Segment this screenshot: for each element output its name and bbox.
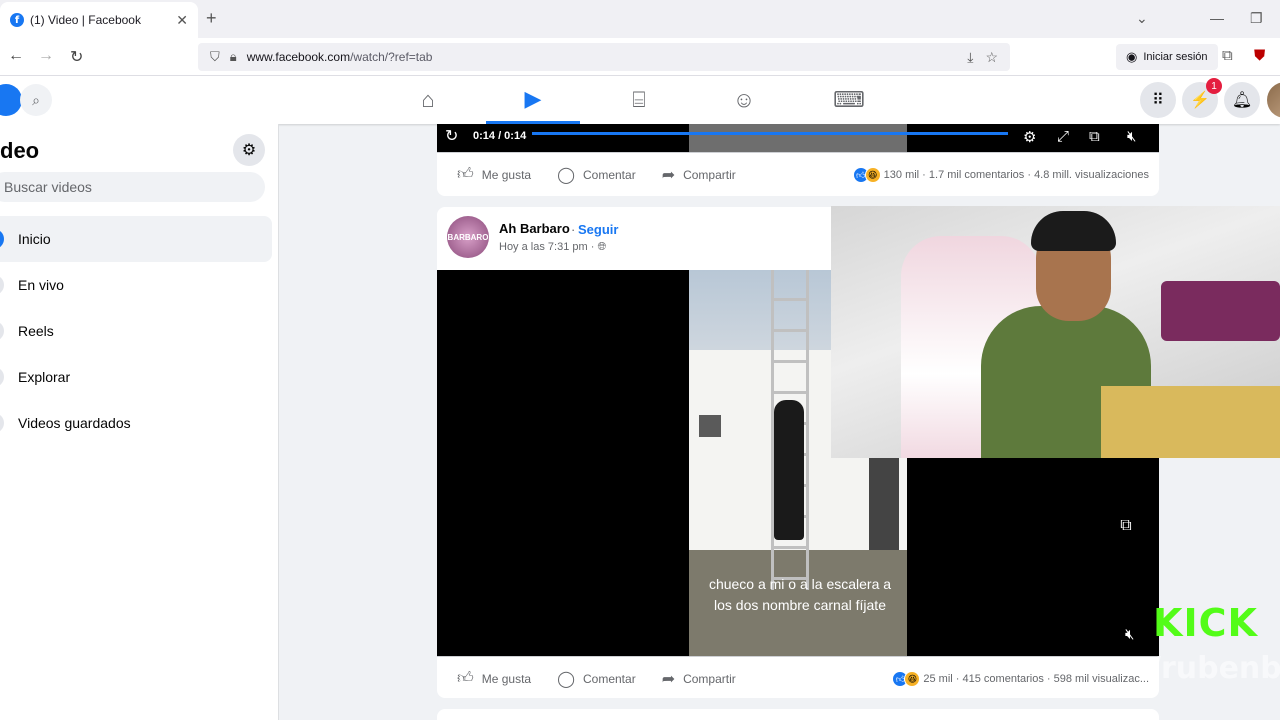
facebook-logo-icon[interactable] bbox=[0, 84, 22, 116]
thumbs-up-icon: 👍︎ bbox=[457, 166, 474, 183]
gaming-icon[interactable]: ⌨ bbox=[802, 76, 896, 124]
back-icon[interactable]: ← bbox=[8, 47, 24, 65]
separator: · bbox=[571, 222, 576, 237]
video-sidebar: deo ⚙ Buscar videos Inicio En vivo Reels… bbox=[0, 124, 279, 720]
browser-navbar: ← → ↻ ⛉ 🔒︎ www.facebook.com/watch/?ref=t… bbox=[0, 38, 1280, 76]
video-search-input[interactable]: Buscar videos bbox=[0, 172, 265, 202]
post-stats: 👍︎ 😆︎ 130 mil · 1.7 mil comentarios · 4.8… bbox=[852, 167, 1149, 183]
facebook-header: ⌕ ⌂ ▶ ⌸ ☺ ⌨ ⠿ ⚡ 1 🔔︎ bbox=[0, 76, 1280, 124]
fullscreen-icon[interactable]: ⤢ bbox=[1057, 128, 1069, 145]
like-button[interactable]: 👍︎ Me gusta bbox=[457, 165, 531, 184]
reactions-icons[interactable]: 👍︎ 😆︎ bbox=[852, 167, 881, 183]
comment-count[interactable]: 415 comentarios bbox=[963, 673, 1044, 685]
notifications-bell-icon[interactable]: 🔔︎ bbox=[1224, 82, 1260, 118]
kick-username: /rubenb bbox=[1150, 651, 1280, 686]
groups-icon[interactable]: ☺ bbox=[697, 76, 791, 124]
video-progress-bar[interactable] bbox=[532, 132, 1008, 135]
bookmark-star-icon[interactable]: ☆ bbox=[985, 49, 998, 66]
sidebar-item-inicio[interactable]: Inicio bbox=[0, 216, 272, 262]
post-actions: 👍︎ Me gusta ◯ Comentar ➦ Compartir 👍︎ 😆︎ 25 … bbox=[437, 656, 1159, 700]
search-icon[interactable]: ⌕ bbox=[20, 84, 52, 116]
comment-icon: ◯ bbox=[557, 670, 575, 688]
kick-logo: KICK bbox=[1153, 601, 1258, 645]
browser-tab[interactable]: f (1) Video | Facebook ✕ bbox=[0, 2, 198, 38]
reaction-count[interactable]: 25 mil bbox=[923, 673, 952, 685]
video-post-1: ↻ 0:14 / 0:14 ⚙ ⤢ ⧉ 🔇︎ 👍︎ Me gusta ◯ Comen… bbox=[437, 124, 1159, 196]
bookmark-icon bbox=[0, 413, 4, 433]
view-count: 4.8 mill. visualizaciones bbox=[1034, 169, 1149, 181]
live-icon bbox=[0, 275, 4, 295]
forward-icon[interactable]: → bbox=[38, 47, 54, 65]
new-tab-button[interactable]: + bbox=[206, 8, 217, 29]
settings-gear-icon[interactable]: ⚙ bbox=[233, 134, 265, 166]
url-text[interactable]: www.facebook.com/watch/?ref=tab bbox=[247, 50, 968, 64]
video-player-1[interactable]: ↻ 0:14 / 0:14 ⚙ ⤢ ⧉ 🔇︎ bbox=[437, 124, 1159, 152]
home-icon[interactable]: ⌂ bbox=[381, 76, 475, 124]
like-button[interactable]: 👍︎ Me gusta bbox=[457, 669, 531, 688]
sidebar-item-explorar[interactable]: Explorar bbox=[0, 354, 272, 400]
author-avatar[interactable]: BARBARO bbox=[447, 216, 489, 258]
comment-count[interactable]: 1.7 mil comentarios bbox=[929, 169, 1024, 181]
lock-icon[interactable]: 🔒︎ bbox=[230, 49, 237, 65]
mute-icon[interactable]: 🔇︎ bbox=[1125, 626, 1134, 643]
post-time[interactable]: Hoy a las 7:31 pm · 🌐︎ bbox=[499, 241, 606, 254]
post-stats: 👍︎ 😆︎ 25 mil · 415 comentarios · 598 mil … bbox=[892, 671, 1149, 687]
url-bar[interactable]: ⛉ 🔒︎ www.facebook.com/watch/?ref=tab ⤓ ☆ bbox=[198, 43, 1010, 71]
explore-icon bbox=[0, 367, 4, 387]
settings-gear-icon[interactable]: ⚙ bbox=[1023, 128, 1036, 146]
video-icon[interactable]: ▶ bbox=[486, 76, 580, 124]
post-actions: 👍︎ Me gusta ◯ Comentar ➦ Compartir 👍︎ 😆︎ 130… bbox=[437, 152, 1159, 196]
restore-icon[interactable]: ❐ bbox=[1250, 10, 1263, 27]
haha-reaction-icon: 😆︎ bbox=[904, 671, 921, 687]
sidebar-title: deo bbox=[0, 138, 40, 163]
video-post-3 bbox=[437, 709, 1159, 720]
reload-icon[interactable]: ↻ bbox=[70, 47, 83, 67]
messenger-badge: 1 bbox=[1206, 78, 1222, 94]
pip-icon[interactable]: ⧉ bbox=[1089, 128, 1100, 145]
tab-list-icon[interactable]: ⌄ bbox=[1136, 10, 1148, 27]
pip-icon[interactable]: ⧉ bbox=[1113, 513, 1139, 539]
facebook-favicon-icon: f bbox=[10, 13, 24, 27]
ublock-icon[interactable]: ⛊ bbox=[1254, 47, 1265, 64]
minimize-icon[interactable]: — bbox=[1210, 10, 1224, 26]
share-icon: ➦ bbox=[661, 166, 676, 184]
video-time: 0:14 / 0:14 bbox=[473, 130, 527, 142]
share-button[interactable]: ➦ Compartir bbox=[662, 669, 736, 689]
thumbs-up-icon: 👍︎ bbox=[457, 670, 474, 687]
video-thumbnail bbox=[689, 124, 907, 152]
reels-icon bbox=[0, 321, 4, 341]
replay-icon[interactable]: ↻ bbox=[445, 126, 458, 146]
signin-button[interactable]: ◉ Iniciar sesión bbox=[1116, 44, 1218, 70]
share-icon: ➦ bbox=[661, 670, 676, 688]
reactions-icons[interactable]: 👍︎ 😆︎ bbox=[892, 671, 921, 687]
home-icon bbox=[0, 229, 4, 249]
reaction-count[interactable]: 130 mil bbox=[884, 169, 919, 181]
tab-title: (1) Video | Facebook bbox=[30, 13, 141, 27]
messenger-icon[interactable]: ⚡ 1 bbox=[1182, 78, 1222, 118]
close-tab-icon[interactable]: ✕ bbox=[176, 12, 188, 29]
extensions-icon[interactable]: ⧉ bbox=[1222, 47, 1233, 64]
globe-icon: 🌐︎ bbox=[597, 241, 607, 253]
shield-icon[interactable]: ⛉ bbox=[210, 49, 220, 65]
sidebar-item-en-vivo[interactable]: En vivo bbox=[0, 262, 272, 308]
account-icon: ◉ bbox=[1126, 49, 1138, 64]
comment-button[interactable]: ◯ Comentar bbox=[557, 669, 636, 689]
marketplace-icon[interactable]: ⌸ bbox=[592, 76, 686, 124]
comment-button[interactable]: ◯ Comentar bbox=[557, 165, 636, 185]
download-icon[interactable]: ⤓ bbox=[967, 49, 973, 66]
follow-button[interactable]: Seguir bbox=[578, 222, 618, 237]
view-count: 598 mil visualizac... bbox=[1053, 673, 1149, 685]
mute-icon[interactable]: 🔇︎ bbox=[1127, 128, 1136, 145]
profile-avatar[interactable] bbox=[1267, 82, 1280, 118]
sidebar-item-videos-guardados[interactable]: Videos guardados bbox=[0, 400, 272, 446]
sidebar-item-reels[interactable]: Reels bbox=[0, 308, 272, 354]
share-button[interactable]: ➦ Compartir bbox=[662, 165, 736, 185]
webcam-overlay bbox=[831, 206, 1280, 458]
menu-grid-icon[interactable]: ⠿ bbox=[1140, 82, 1176, 118]
browser-tabbar: f (1) Video | Facebook ✕ + ⌄ — ❐ bbox=[0, 0, 1280, 38]
comment-icon: ◯ bbox=[557, 166, 575, 184]
video-caption: chueco a mi o a la escalera a los dos no… bbox=[708, 576, 892, 613]
author-name[interactable]: Ah Barbaro bbox=[499, 221, 570, 236]
haha-reaction-icon: 😆︎ bbox=[864, 167, 881, 183]
